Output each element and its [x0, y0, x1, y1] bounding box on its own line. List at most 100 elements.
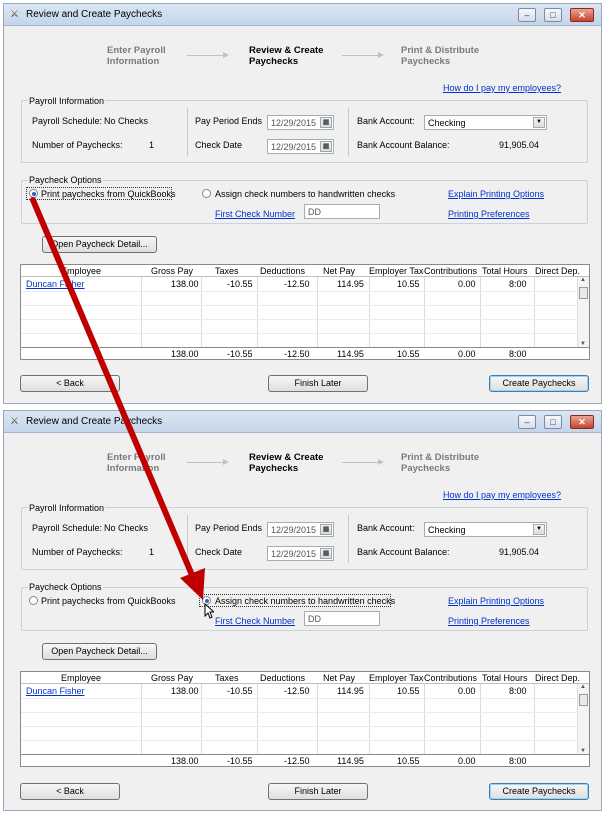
calendar-icon[interactable]: ▦ [320, 548, 332, 559]
step-label: Paychecks [249, 463, 299, 474]
restore-button[interactable]: □ [544, 8, 562, 22]
employee-link[interactable]: Duncan Fisher [26, 279, 85, 289]
column-header[interactable]: Total Hours [482, 266, 528, 276]
first-check-number-input[interactable]: DD [304, 204, 380, 219]
print-paychecks-label[interactable]: Print paychecks from QuickBooks [41, 596, 176, 606]
column-header[interactable]: Total Hours [482, 673, 528, 683]
chevron-down-icon[interactable]: ▼ [533, 117, 545, 128]
bank-account-label: Bank Account: [357, 116, 415, 126]
assign-check-numbers-radio[interactable] [202, 189, 211, 198]
paycheck-window-before: ⚔ Review and Create Paychecks – □ ✕ Ente… [3, 3, 602, 404]
gross-pay-cell: 138.00 [171, 279, 199, 289]
employee-link[interactable]: Duncan Fisher [26, 686, 85, 696]
close-button[interactable]: ✕ [570, 415, 594, 429]
number-of-paychecks-label: Number of Paychecks: [32, 547, 123, 557]
check-date-label: Check Date [195, 140, 243, 150]
step-label: Enter Payroll [107, 45, 166, 56]
print-paychecks-label[interactable]: Print paychecks from QuickBooks [41, 189, 176, 199]
pay-period-ends-field[interactable]: 12/29/2015 ▦ [267, 115, 334, 130]
column-header[interactable]: Employee [61, 673, 101, 683]
select-value: Checking [428, 525, 466, 535]
window-title: Review and Create Paychecks [26, 9, 163, 20]
assign-check-numbers-label[interactable]: Assign check numbers to handwritten chec… [215, 596, 395, 606]
divider [348, 515, 349, 563]
column-divider [201, 684, 202, 754]
scroll-thumb[interactable] [579, 694, 588, 706]
total-deductions: -12.50 [284, 349, 310, 359]
help-link[interactable]: How do I pay my employees? [443, 490, 561, 500]
column-header[interactable]: Employee [61, 266, 101, 276]
print-paychecks-radio[interactable] [29, 189, 38, 198]
scroll-up-icon[interactable]: ▲ [580, 684, 586, 690]
restore-button[interactable]: □ [544, 415, 562, 429]
close-button[interactable]: ✕ [570, 8, 594, 22]
row-divider [21, 740, 577, 741]
bank-account-select[interactable]: Checking ▼ [424, 115, 547, 130]
column-header[interactable]: Deductions [260, 266, 305, 276]
open-paycheck-detail-button[interactable]: Open Paycheck Detail... [42, 643, 157, 660]
column-header[interactable]: Net Pay [323, 673, 355, 683]
step-label: Paychecks [401, 56, 451, 67]
column-header[interactable]: Employer Taxes [369, 266, 424, 276]
column-header[interactable]: Net Pay [323, 266, 355, 276]
first-check-number-link[interactable]: First Check Number [215, 616, 295, 626]
open-paycheck-detail-button[interactable]: Open Paycheck Detail... [42, 236, 157, 253]
help-link[interactable]: How do I pay my employees? [443, 83, 561, 93]
calendar-icon[interactable]: ▦ [320, 524, 332, 535]
assign-check-numbers-label[interactable]: Assign check numbers to handwritten chec… [215, 189, 395, 199]
explain-printing-options-link[interactable]: Explain Printing Options [448, 596, 544, 606]
minimize-button[interactable]: – [518, 415, 536, 429]
table-scrollbar[interactable]: ▲ ▼ [577, 684, 589, 754]
column-header[interactable]: Gross Pay [151, 673, 193, 683]
payroll-schedule-value: No Checks [104, 523, 149, 533]
printing-preferences-link[interactable]: Printing Preferences [448, 616, 530, 626]
back-button[interactable]: < Back [20, 375, 120, 392]
scroll-up-icon[interactable]: ▲ [580, 277, 586, 283]
check-date-field[interactable]: 12/29/2015 ▦ [267, 546, 334, 561]
scroll-thumb[interactable] [579, 287, 588, 299]
first-check-number-input[interactable]: DD [304, 611, 380, 626]
step-label: Paychecks [401, 463, 451, 474]
column-header[interactable]: Direct Dep. [535, 673, 580, 683]
calendar-icon[interactable]: ▦ [320, 141, 332, 152]
row-divider [21, 291, 577, 292]
column-header[interactable]: Direct Dep. [535, 266, 580, 276]
bank-balance-label: Bank Account Balance: [357, 547, 450, 557]
deductions-cell: -12.50 [284, 686, 310, 696]
create-paychecks-button[interactable]: Create Paychecks [489, 375, 589, 392]
printing-preferences-link[interactable]: Printing Preferences [448, 209, 530, 219]
total-net-pay: 114.95 [337, 756, 364, 766]
column-header[interactable]: Deductions [260, 673, 305, 683]
column-header[interactable]: Gross Pay [151, 266, 193, 276]
column-header[interactable]: Taxes [215, 266, 239, 276]
step-print-distribute: Print & Distribute Paychecks [401, 452, 479, 474]
table-scrollbar[interactable]: ▲ ▼ [577, 277, 589, 347]
explain-printing-options-link[interactable]: Explain Printing Options [448, 189, 544, 199]
pay-period-ends-field[interactable]: 12/29/2015 ▦ [267, 522, 334, 537]
back-button[interactable]: < Back [20, 783, 120, 800]
column-header[interactable]: Taxes [215, 673, 239, 683]
minimize-button[interactable]: – [518, 8, 536, 22]
bank-account-select[interactable]: Checking ▼ [424, 522, 547, 537]
finish-later-button[interactable]: Finish Later [268, 783, 368, 800]
column-divider [534, 277, 535, 347]
bank-balance-value: 91,905.04 [499, 547, 540, 557]
step-label: Review & Create [249, 452, 324, 463]
bank-balance-value: 91,905.04 [499, 140, 540, 150]
calendar-icon[interactable]: ▦ [320, 117, 332, 128]
row-divider [21, 712, 577, 713]
gross-pay-cell: 138.00 [171, 686, 199, 696]
column-header[interactable]: Contributions [424, 266, 477, 276]
column-header[interactable]: Contributions [424, 673, 477, 683]
chevron-down-icon[interactable]: ▼ [533, 524, 545, 535]
create-paychecks-button[interactable]: Create Paychecks [489, 783, 589, 800]
first-check-number-link[interactable]: First Check Number [215, 209, 295, 219]
finish-later-button[interactable]: Finish Later [268, 375, 368, 392]
select-value: Checking [428, 118, 466, 128]
column-divider [257, 684, 258, 754]
column-divider [369, 684, 370, 754]
column-header[interactable]: Employer Taxes [369, 673, 424, 683]
net-pay-cell: 114.95 [337, 279, 364, 289]
check-date-field[interactable]: 12/29/2015 ▦ [267, 139, 334, 154]
print-paychecks-radio[interactable] [29, 596, 38, 605]
